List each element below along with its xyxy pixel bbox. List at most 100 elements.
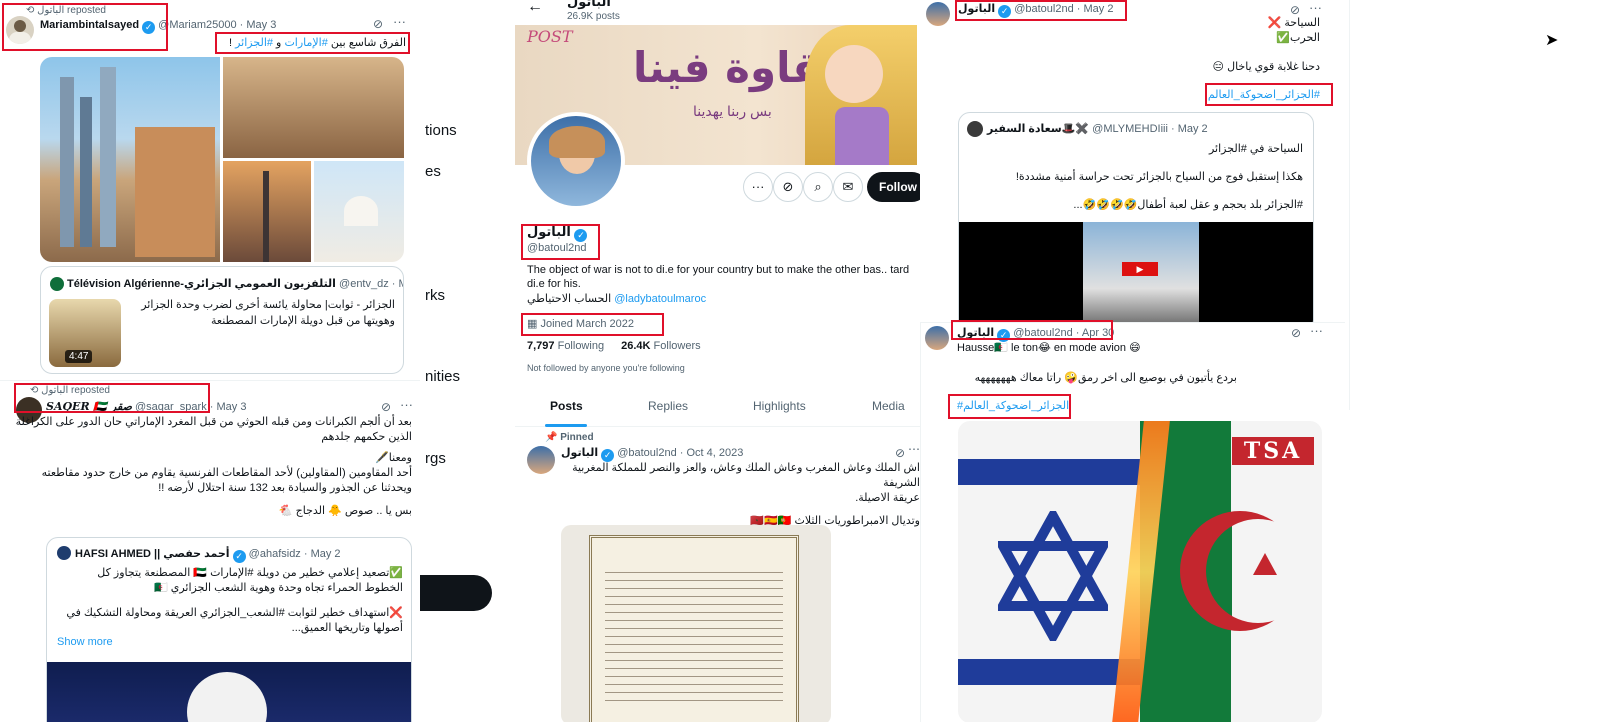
city-photo[interactable]: [40, 57, 220, 262]
pin-icon: 📌: [545, 432, 561, 443]
avatar[interactable]: [967, 121, 983, 137]
following-count[interactable]: 7,797: [527, 340, 555, 352]
grok-icon[interactable]: ⊘: [381, 400, 391, 414]
author-handle[interactable]: @saqar_spark: [135, 401, 207, 413]
document-image[interactable]: [561, 525, 831, 722]
image-grid[interactable]: [40, 57, 404, 262]
grok-icon[interactable]: ⊘: [895, 446, 905, 460]
avatar[interactable]: [926, 2, 950, 26]
repost-icon: ⟲: [30, 385, 42, 396]
quote-date[interactable]: · May 2: [1171, 123, 1208, 135]
quote-author-handle[interactable]: @ahafsidz: [249, 548, 301, 560]
video-thumbnail[interactable]: 4:47: [49, 299, 121, 367]
backup-label: الحساب الاحتياطي: [527, 293, 612, 305]
post-count: 26.9K posts: [567, 11, 620, 22]
verified-icon: ✓: [232, 550, 246, 563]
verified-icon: ✓: [142, 21, 156, 34]
author-name[interactable]: Mariambintalsayed: [40, 19, 139, 31]
author-name[interactable]: SAQER 🇦🇪 صقر: [46, 400, 132, 413]
quote-author-name[interactable]: HAFSI AHMED || أحمد حفصي: [75, 548, 230, 560]
tweet-line: بس يا .. صوص 🐥 الدجاج 🐔: [278, 505, 412, 517]
more-icon[interactable]: ···: [400, 397, 413, 412]
tab-posts[interactable]: Posts: [550, 399, 583, 413]
quote-author-handle[interactable]: @MLYMEHDIiii: [1092, 123, 1168, 135]
mosque-photo[interactable]: [314, 161, 404, 262]
message-icon[interactable]: ✉: [833, 172, 863, 202]
follow-button[interactable]: Follow: [867, 172, 920, 202]
quoted-tweet[interactable]: Télévision Algérienne-التلفزيون العمومي …: [40, 266, 404, 374]
profile-name: الباتول: [527, 224, 571, 239]
avatar[interactable]: [6, 16, 34, 44]
more-icon[interactable]: ···: [1309, 0, 1322, 15]
show-more-link[interactable]: Show more: [57, 636, 113, 648]
tab-media[interactable]: Media: [872, 399, 905, 413]
author-name[interactable]: الباتول: [957, 327, 994, 339]
tab-highlights[interactable]: Highlights: [753, 399, 806, 413]
profile-avatar[interactable]: [527, 112, 625, 210]
calendar-icon: ▦: [527, 318, 541, 330]
tweet-line: ومعنا🖋️: [375, 452, 412, 464]
tweet-line: بردع يأتيون في بوصيع الى اخر رمق🤪 راتا م…: [974, 372, 1237, 384]
left-bottom-tweet[interactable]: ⟲ الباتول reposted SAQER 🇦🇪 صقر @saqar_s…: [0, 380, 420, 722]
more-icon[interactable]: ···: [393, 14, 406, 29]
grok-icon[interactable]: ⊘: [1291, 326, 1301, 340]
pinned-author-handle[interactable]: @batoul2nd: [617, 447, 677, 459]
search-icon[interactable]: ⌕: [803, 172, 833, 202]
skyline-photo[interactable]: [223, 161, 311, 262]
backup-handle-link[interactable]: @ladybatoulmaroc: [614, 293, 706, 305]
flags-image[interactable]: TSA: [958, 421, 1322, 722]
author-handle[interactable]: @Mariam25000: [158, 19, 236, 31]
tweet-text: بعد أن ألجم الكبرانات ومن قبله الحوثي من…: [14, 415, 412, 519]
tweet-line: بعد أن ألجم الكبرانات ومن قبله الحوثي من…: [15, 416, 412, 443]
right-bottom-tweet[interactable]: الباتول ✓ @batoul2nd · Apr 30 ⊘ ··· Haus…: [920, 322, 1345, 722]
quote-text: الجزائر - ثوابت| محاولة يائسة أخرى لضرب …: [141, 299, 395, 327]
street-photo[interactable]: [223, 57, 404, 158]
hashtag-algeria[interactable]: #الجزائر: [235, 37, 273, 49]
quoted-tweet[interactable]: سعادة السفير🎩✖️ @MLYMEHDIiii · May 2 الس…: [958, 112, 1314, 332]
hashtag-uae[interactable]: #الإمارات: [284, 37, 327, 49]
quote-author-handle[interactable]: @entv_dz: [339, 278, 389, 290]
bg-menu-item: rks: [425, 287, 445, 304]
author-name[interactable]: الباتول: [958, 3, 995, 15]
avatar[interactable]: [57, 546, 71, 560]
grok-button[interactable]: ⊘: [773, 172, 803, 202]
quote-author-name[interactable]: Télévision Algérienne-التلفزيون العمومي …: [67, 278, 336, 290]
avatar[interactable]: [925, 326, 949, 350]
quote-video[interactable]: ▶︎: [959, 222, 1313, 331]
quote-date[interactable]: · May 2: [392, 278, 403, 290]
avatar[interactable]: [50, 277, 64, 291]
tab-replies[interactable]: Replies: [648, 399, 688, 413]
grok-icon[interactable]: ⊘: [1290, 3, 1300, 17]
author-handle[interactable]: @batoul2nd: [1014, 3, 1074, 15]
author-handle[interactable]: @batoul2nd: [1013, 327, 1073, 339]
post-date[interactable]: · May 3: [240, 19, 277, 31]
quote-line: هكذا إستقبل فوج من السياح بالجزائر تحت ح…: [1015, 171, 1303, 183]
hashtag-link[interactable]: #الجزائر_اضحوكة_العالم: [957, 399, 1069, 412]
more-icon[interactable]: ⋯: [908, 442, 920, 456]
back-arrow-icon[interactable]: ←: [527, 0, 543, 16]
pinned-date[interactable]: · Oct 4, 2023: [680, 447, 744, 459]
channel-logo: ▶︎: [1122, 262, 1158, 276]
followers-label[interactable]: Followers: [654, 340, 701, 352]
left-top-tweet[interactable]: ⟲ الباتول reposted Mariambintalsayed ✓ @…: [0, 0, 420, 380]
quote-date[interactable]: · May 2: [304, 548, 341, 560]
bg-post-button: [420, 575, 492, 611]
avatar[interactable]: [527, 446, 555, 474]
pinned-author-name[interactable]: الباتول: [561, 447, 598, 459]
following-label[interactable]: Following: [558, 340, 604, 352]
more-icon[interactable]: ···: [1310, 323, 1323, 338]
quote-media[interactable]: [47, 662, 411, 722]
quote-text: ✅تصعيد إعلامي خطير من دويلة #الإمارات 🇦🇪…: [57, 566, 403, 636]
banner-tag: POST: [527, 27, 573, 46]
post-date[interactable]: · Apr 30: [1076, 327, 1115, 339]
profile-handle: @batoul2nd: [527, 242, 587, 254]
quote-author-name[interactable]: سعادة السفير🎩✖️: [987, 123, 1089, 135]
grok-icon[interactable]: ⊘: [373, 17, 383, 31]
followers-count[interactable]: 26.4K: [621, 340, 650, 352]
banner-subtitle: بس ربنا يهدينا: [693, 103, 772, 119]
quoted-tweet[interactable]: HAFSI AHMED || أحمد حفصي ✓ @ahafsidz · M…: [46, 537, 412, 722]
more-options-button[interactable]: ···: [743, 172, 773, 202]
post-date[interactable]: · May 3: [210, 401, 247, 413]
hashtag-link[interactable]: #الجزائر_اضحوكة_العالم: [1170, 88, 1320, 101]
post-date[interactable]: · May 2: [1077, 3, 1114, 15]
